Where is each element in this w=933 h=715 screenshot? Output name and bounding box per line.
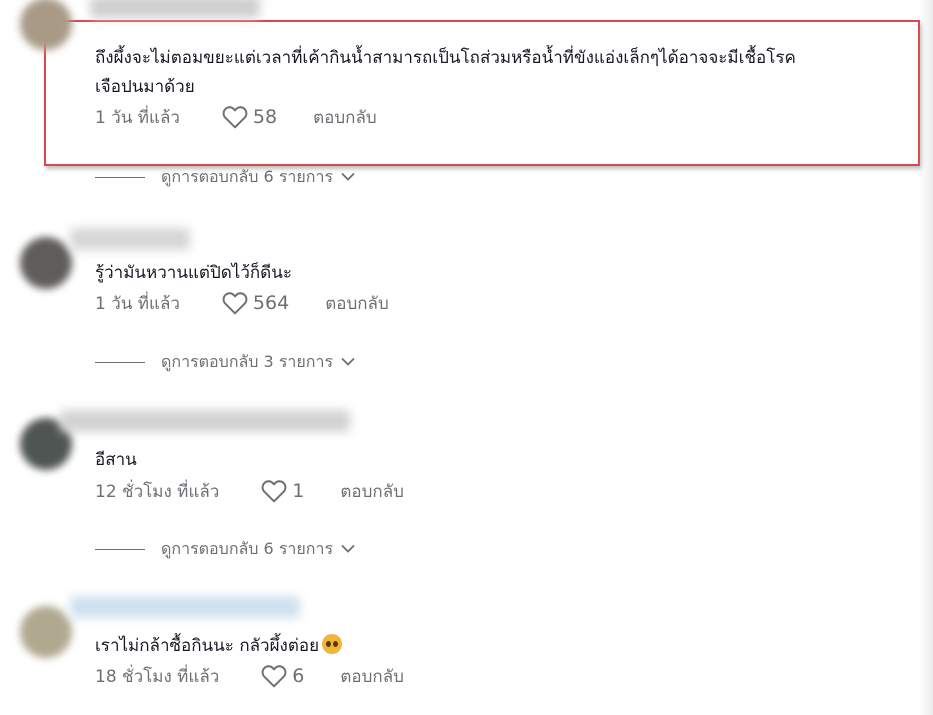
view-replies-label: ดูการตอบกลับ 6 รายการ	[161, 166, 334, 186]
username-blurred[interactable]	[90, 0, 260, 18]
comment-meta: 1 วัน ที่แล้ว 58 ตอบกลับ	[95, 103, 377, 131]
like-button[interactable]: 58	[222, 105, 277, 129]
like-button[interactable]: 564	[222, 291, 289, 315]
view-replies-label: ดูการตอบกลับ 3 รายการ	[161, 351, 334, 371]
comment-text: เราไม่กล้าซื้อกินนะ กลัวผึ้งต่อย	[95, 632, 343, 660]
like-count: 564	[252, 292, 290, 314]
divider-line	[95, 176, 145, 178]
heart-outline-icon	[222, 106, 248, 129]
like-count: 6	[292, 665, 305, 687]
comment-meta: 1 วัน ที่แล้ว 564 ตอบกลับ	[95, 289, 389, 317]
view-replies-button[interactable]: ดูการตอบกลับ 6 รายการ	[95, 536, 355, 562]
username-blurred[interactable]	[70, 596, 300, 618]
timestamp: 12 ชั่วโมง ที่แล้ว	[95, 481, 220, 502]
avatar[interactable]	[20, 0, 72, 50]
divider-line	[95, 548, 145, 550]
reply-button[interactable]: ตอบกลับ	[340, 478, 404, 505]
view-replies-button[interactable]: ดูการตอบกลับ 6 รายการ	[95, 164, 355, 190]
avatar[interactable]	[20, 237, 72, 289]
comment-text: ถึงผึ้งจะไม่ตอมขยะแต่เวลาที่เค้ากินน้ำสา…	[95, 48, 796, 68]
comment-text: รู้ว่ามันหวานแต่ปิดไว้ก็ดีนะ	[95, 263, 292, 283]
chevron-down-icon	[341, 173, 355, 181]
view-replies-button[interactable]: ดูการตอบกลับ 3 รายการ	[95, 349, 355, 375]
comment-text: อีสาน	[95, 450, 137, 470]
heart-outline-icon	[261, 665, 287, 688]
timestamp: 1 วัน ที่แล้ว	[95, 293, 180, 314]
comment-text-body: เราไม่กล้าซื้อกินนะ กลัวผึ้งต่อย	[95, 636, 320, 656]
reply-button[interactable]: ตอบกลับ	[340, 663, 404, 690]
username-blurred[interactable]	[70, 228, 190, 250]
divider-line	[95, 361, 145, 363]
username-blurred[interactable]	[60, 410, 350, 432]
pleading-face-emoji	[322, 634, 343, 654]
comment-meta: 12 ชั่วโมง ที่แล้ว 1 ตอบกลับ	[95, 477, 404, 505]
chevron-down-icon	[341, 358, 355, 366]
like-count: 1	[292, 480, 305, 502]
like-button[interactable]: 6	[261, 664, 304, 688]
view-replies-label: ดูการตอบกลับ 6 รายการ	[161, 538, 334, 558]
heart-outline-icon	[222, 292, 248, 315]
timestamp: 1 วัน ที่แล้ว	[95, 107, 180, 128]
like-button[interactable]: 1	[261, 479, 304, 503]
reply-button[interactable]: ตอบกลับ	[313, 104, 377, 131]
avatar[interactable]	[20, 606, 72, 658]
chevron-down-icon	[341, 545, 355, 553]
comment-text-line2: เจือปนมาด้วย	[95, 77, 195, 97]
timestamp: 18 ชั่วโมง ที่แล้ว	[95, 666, 220, 687]
reply-button[interactable]: ตอบกลับ	[325, 290, 389, 317]
scroll-edge-shadow	[919, 0, 933, 715]
comment-meta: 18 ชั่วโมง ที่แล้ว 6 ตอบกลับ	[95, 662, 404, 690]
heart-outline-icon	[261, 480, 287, 503]
like-count: 58	[252, 106, 278, 128]
